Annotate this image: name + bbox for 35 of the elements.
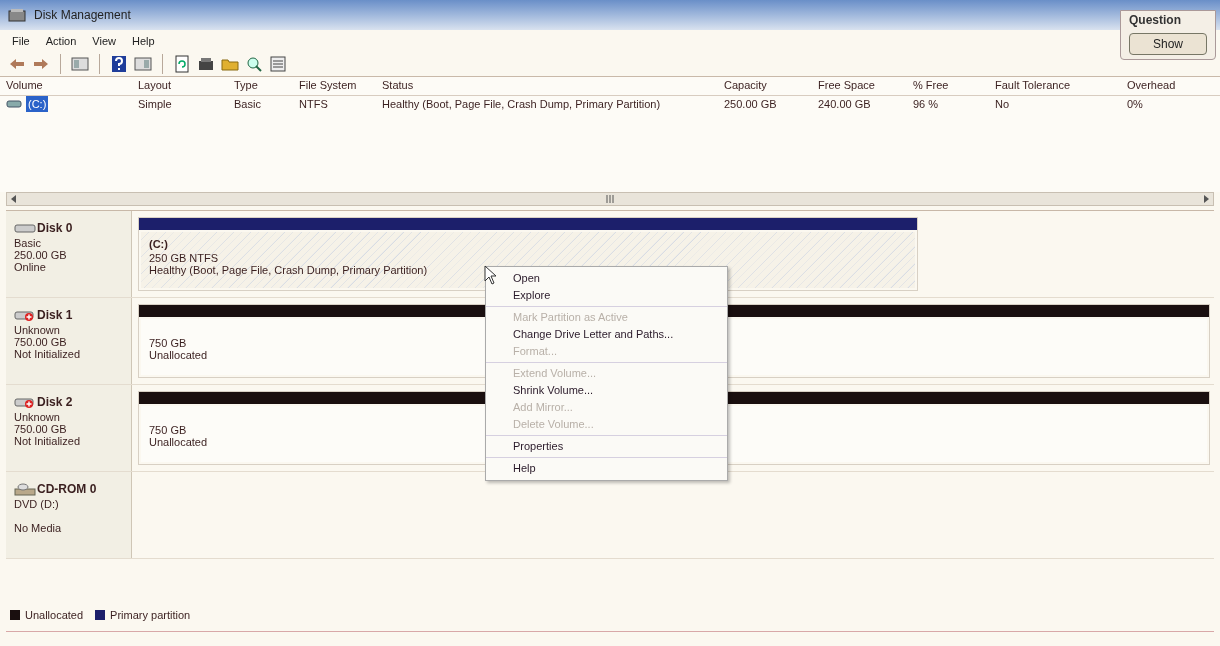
disk-detail: Unknown [14,410,61,423]
table-cell-text: 240.00 GB [817,96,872,112]
table-cell-text: No [994,96,1011,112]
disk-detail: 750.00 GB [14,335,68,348]
partition-detail: 750 GB [149,423,187,436]
partition-detail: Healthy (Boot, Page File, Crash Dump, Primary Partition) [149,264,428,276]
disk-detail: Not Initialized [14,434,82,447]
disk-detail: Unknown [14,323,61,336]
partition-detail: 250 GB NTFS [149,252,219,264]
disk-detail: No Media [14,521,63,534]
table-cell-text: Basic [233,96,262,112]
table-cell-text: 0% [1126,96,1144,112]
disk-name: CD-ROM 0 [37,480,97,498]
table-cell-text: Simple [137,96,173,112]
table-cell-text: 250.00 GB [723,96,778,112]
disk-name: Disk 2 [37,393,73,411]
disk-detail: Online [14,260,47,273]
partition-detail: Unallocated [149,348,208,361]
disk-name: Disk 1 [37,306,73,324]
partition-title: (C:) [149,236,168,252]
disk-detail: 250.00 GB [14,248,68,261]
table-cell-text: NTFS [298,96,329,112]
partition-detail: Unallocated [149,435,208,448]
window-title: Disk Management [34,7,131,24]
disk-detail: Basic [14,236,42,249]
legend-label: Unallocated [25,607,84,623]
disk-detail: DVD (D:) [14,497,60,510]
partition-detail: 750 GB [149,336,187,349]
table-cell-text: Healthy (Boot, Page File, Crash Dump, Primary Partition) [381,96,662,112]
table-cell-text: 96 % [912,96,940,112]
disk-detail: 750.00 GB [14,422,68,435]
disk-name: Disk 0 [37,219,73,237]
popup-title: Question [1129,12,1182,29]
disk-detail: Not Initialized [14,347,82,360]
legend-label: Primary partition [110,607,191,623]
